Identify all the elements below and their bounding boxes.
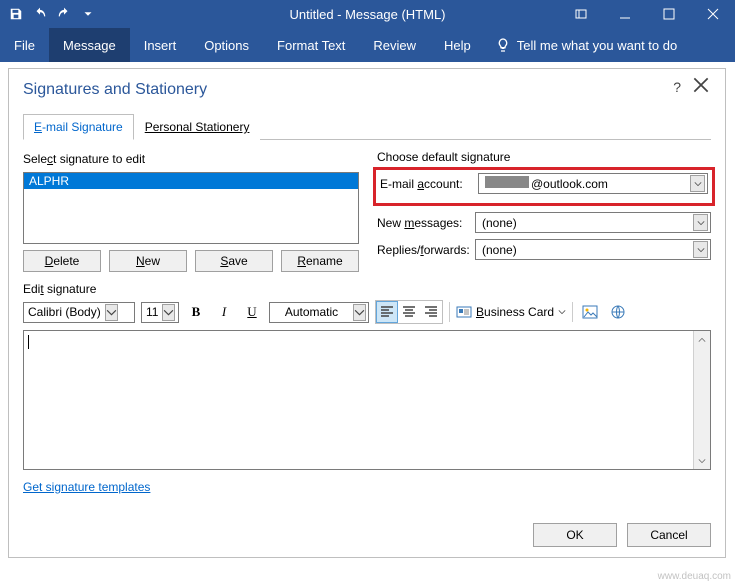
align-right-button[interactable] — [420, 301, 442, 323]
text-cursor — [28, 335, 29, 349]
new-messages-dropdown[interactable]: (none) — [475, 212, 711, 233]
font-color-dropdown[interactable]: Automatic — [269, 302, 369, 323]
signature-item[interactable]: ALPHR — [24, 173, 358, 189]
business-card-button[interactable]: Business Card — [456, 304, 566, 320]
new-button[interactable]: New — [109, 250, 187, 272]
replies-forwards-dropdown[interactable]: (none) — [475, 239, 711, 260]
scrollbar[interactable] — [693, 331, 710, 469]
insert-hyperlink-button[interactable] — [607, 301, 629, 323]
align-center-button[interactable] — [398, 301, 420, 323]
chevron-down-icon[interactable] — [690, 175, 705, 192]
signatures-dialog: Signatures and Stationery ? E-mail Signa… — [8, 68, 726, 558]
edit-signature-label: Edit signature — [23, 282, 711, 296]
undo-icon[interactable] — [30, 4, 50, 24]
chevron-down-icon[interactable] — [693, 214, 708, 231]
insert-picture-button[interactable] — [579, 301, 601, 323]
ok-button[interactable]: OK — [533, 523, 617, 547]
tab-message[interactable]: Message — [49, 28, 130, 62]
quick-access-toolbar — [0, 4, 104, 24]
underline-button[interactable]: U — [241, 301, 263, 323]
new-messages-label: New messages: — [377, 216, 475, 230]
font-size-dropdown[interactable]: 11 — [141, 302, 179, 323]
app-title: Untitled - Message (HTML) — [289, 7, 445, 22]
chevron-down-icon — [558, 308, 566, 316]
align-left-button[interactable] — [376, 301, 398, 323]
chevron-down-icon[interactable] — [693, 241, 708, 258]
lightbulb-icon — [495, 37, 511, 53]
tab-format-text[interactable]: Format Text — [263, 28, 359, 62]
tab-personal-stationery[interactable]: Personal Stationery — [134, 114, 261, 140]
chevron-down-icon[interactable] — [353, 304, 366, 321]
dialog-title: Signatures and Stationery — [23, 81, 711, 99]
tab-review[interactable]: Review — [359, 28, 430, 62]
bold-button[interactable]: B — [185, 301, 207, 323]
dialog-tabs: E-mail Signature Personal Stationery — [23, 113, 711, 140]
qat-customize-icon[interactable] — [78, 4, 98, 24]
choose-default-label: Choose default signature — [377, 150, 711, 164]
chevron-down-icon[interactable] — [105, 304, 118, 321]
tab-email-signature[interactable]: E-mail Signature — [23, 114, 134, 140]
tab-help[interactable]: Help — [430, 28, 485, 62]
redacted-text — [485, 176, 529, 188]
signature-list[interactable]: ALPHR — [23, 172, 359, 244]
ribbon-display-icon[interactable] — [559, 0, 603, 28]
tab-file[interactable]: File — [0, 28, 49, 62]
replies-forwards-label: Replies/forwards: — [377, 243, 475, 257]
maximize-icon[interactable] — [647, 0, 691, 28]
business-card-icon — [456, 304, 472, 320]
scroll-up-icon[interactable] — [694, 331, 710, 348]
ribbon: File Message Insert Options Format Text … — [0, 28, 735, 62]
help-icon[interactable]: ? — [673, 79, 681, 95]
delete-button[interactable]: Delete — [23, 250, 101, 272]
italic-button[interactable]: I — [213, 301, 235, 323]
redo-icon[interactable] — [54, 4, 74, 24]
watermark: www.deuaq.com — [658, 571, 731, 582]
email-account-label: E-mail account: — [380, 177, 478, 191]
cancel-button[interactable]: Cancel — [627, 523, 711, 547]
title-bar: Untitled - Message (HTML) — [0, 0, 735, 28]
dialog-close-icon[interactable] — [693, 77, 713, 97]
window-controls — [559, 0, 735, 28]
close-icon[interactable] — [691, 0, 735, 28]
save-button[interactable]: Save — [195, 250, 273, 272]
get-templates-link[interactable]: Get signature templates — [23, 480, 150, 494]
tab-options[interactable]: Options — [190, 28, 263, 62]
signature-editor[interactable] — [23, 330, 711, 470]
font-family-dropdown[interactable]: Calibri (Body) — [23, 302, 135, 323]
editor-toolbar: Calibri (Body) 11 B I U Automatic Busine… — [23, 300, 711, 324]
highlighted-email-account: E-mail account: @outlook.com — [373, 167, 715, 206]
save-icon[interactable] — [6, 4, 26, 24]
select-signature-label: Select signature to edit — [23, 152, 145, 166]
minimize-icon[interactable] — [603, 0, 647, 28]
tab-insert[interactable]: Insert — [130, 28, 191, 62]
rename-button[interactable]: Rename — [281, 250, 359, 272]
email-account-dropdown[interactable]: @outlook.com — [478, 173, 708, 194]
tell-me[interactable]: Tell me what you want to do — [485, 28, 687, 62]
scroll-down-icon[interactable] — [694, 452, 710, 469]
chevron-down-icon[interactable] — [162, 304, 175, 321]
